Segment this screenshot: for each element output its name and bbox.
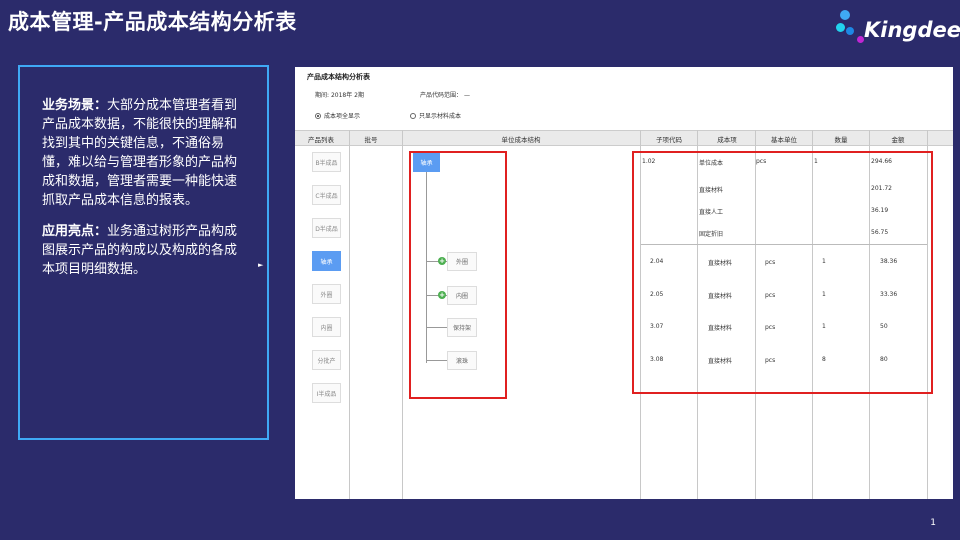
slide-title: 成本管理-产品成本结构分析表 [8, 10, 297, 34]
radio-all-cost[interactable]: 成本项全显示 [315, 111, 360, 120]
scenario-text: 大部分成本管理者看到产品成本数据，不能很快的理解和找到其中的关键信息，不通俗易懂… [42, 98, 238, 208]
product-item[interactable]: I半成品 [312, 383, 341, 403]
grid-divider [349, 130, 350, 499]
col-unit-cost-structure[interactable]: 单位成本结构 [502, 134, 541, 144]
radio-material-label: 只显示材料成本 [419, 113, 462, 120]
product-item[interactable]: B半成品 [312, 152, 341, 172]
col-product-list[interactable]: 产品列表 [308, 134, 334, 144]
highlight-heading: 应用亮点： [42, 224, 108, 239]
logo-dot-icon [857, 36, 864, 43]
logo-dot-icon [836, 23, 845, 32]
tree-highlight-box [409, 151, 507, 399]
grid-divider [402, 130, 403, 499]
period-filter: 期间: 2018年 2期 [315, 90, 364, 99]
radio-all-label: 成本项全显示 [324, 113, 361, 120]
product-item-selected[interactable]: 轴承 [312, 251, 341, 271]
logo-dot-icon [846, 27, 854, 35]
code-range-value[interactable]: — [464, 92, 470, 99]
code-range-label: 产品代码范围： [420, 92, 463, 99]
detail-highlight-box [632, 151, 933, 394]
period-label: 期间: [315, 92, 330, 99]
description-box: 业务场景：大部分成本管理者看到产品成本数据，不能很快的理解和找到其中的关键信息，… [18, 65, 269, 440]
scenario-heading: 业务场景： [42, 98, 108, 113]
col-qty[interactable]: 数量 [835, 134, 848, 144]
col-amount[interactable]: 金额 [892, 134, 905, 144]
highlight-paragraph: 应用亮点：业务通过树形产品构成图展示产品的构成以及构成的各成本项目明细数据。 [42, 222, 245, 279]
kingdee-logo: Kingdee [836, 8, 960, 48]
page-number: 1 [930, 518, 936, 528]
logo-dot-icon [840, 10, 850, 20]
logo-wordmark: Kingdee [864, 18, 960, 42]
col-unit[interactable]: 基本单位 [771, 134, 797, 144]
period-value[interactable]: 2018年 2期 [331, 92, 364, 99]
radio-material-only[interactable]: 只显示材料成本 [410, 111, 461, 120]
col-cost-item[interactable]: 成本项 [717, 134, 737, 144]
pointer-arrow-icon: ► [258, 261, 264, 269]
report-screenshot: 产品成本结构分析表 期间: 2018年 2期 产品代码范围： — 成本项全显示 … [295, 67, 953, 499]
report-title: 产品成本结构分析表 [307, 73, 370, 81]
product-item[interactable]: 分批产 [312, 350, 341, 370]
radio-selected-icon [315, 112, 321, 119]
product-item[interactable]: 内圈 [312, 317, 341, 337]
product-item[interactable]: 外圈 [312, 284, 341, 304]
col-sub-code[interactable]: 子项代码 [656, 134, 682, 144]
product-item[interactable]: D半成品 [312, 218, 341, 238]
code-range-filter: 产品代码范围： — [420, 90, 470, 99]
product-item[interactable]: C半成品 [312, 185, 341, 205]
col-batch[interactable]: 批号 [365, 134, 378, 144]
scenario-paragraph: 业务场景：大部分成本管理者看到产品成本数据，不能很快的理解和找到其中的关键信息，… [42, 96, 245, 210]
grid-header: 产品列表 批号 单位成本结构 子项代码 成本项 基本单位 数量 金额 [295, 130, 953, 146]
radio-unselected-icon [410, 112, 416, 119]
